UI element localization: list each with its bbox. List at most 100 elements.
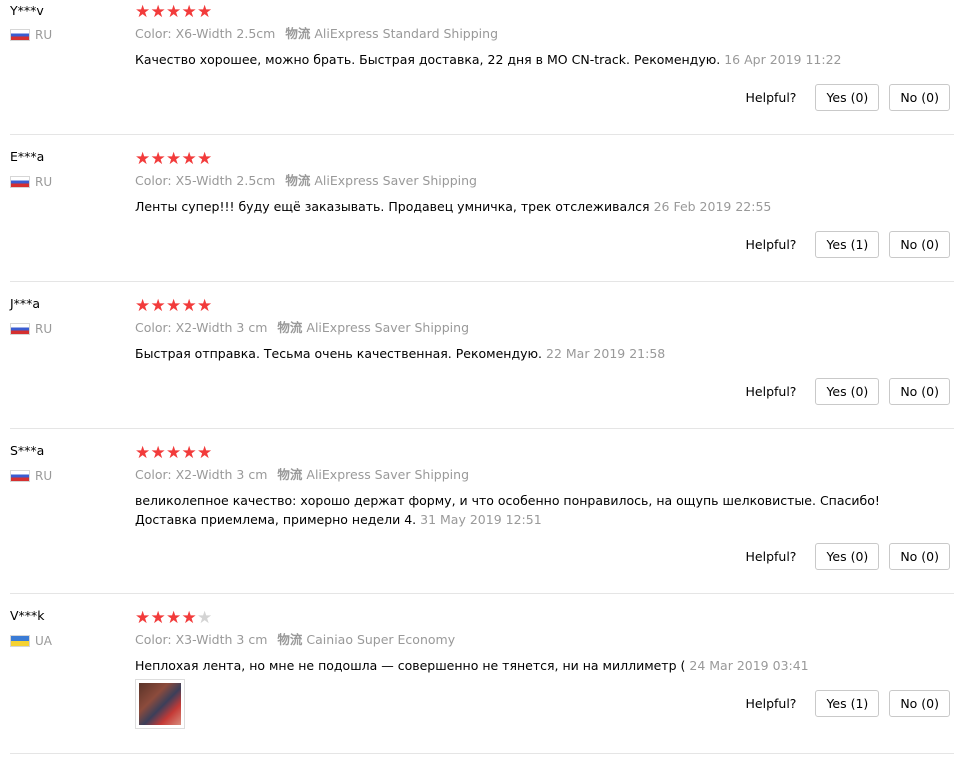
country-code: RU bbox=[35, 28, 53, 42]
shipping-method: AliExpress Saver Shipping bbox=[306, 320, 470, 335]
feedback-date: 16 Apr 2019 11:22 bbox=[724, 52, 842, 67]
star-icon: ★ bbox=[181, 2, 197, 22]
feedback-body: Качество хорошее, можно брать. Быстрая д… bbox=[135, 52, 721, 67]
order-info: Color: X2-Width 3 cm 物流 AliExpress Saver S… bbox=[135, 319, 469, 337]
helpful-votes: Helpful? Yes (0) No (0) bbox=[746, 84, 950, 111]
reviewer-name: J***a bbox=[10, 296, 41, 311]
logistics-label: 物流 bbox=[277, 320, 303, 335]
star-rating: ★ ★ ★ ★ ★ bbox=[135, 3, 213, 21]
reviewer-info: J***a bbox=[10, 296, 130, 312]
star-icon: ★ bbox=[197, 296, 213, 316]
star-icon: ★ bbox=[181, 149, 197, 169]
reviewer-country: RU bbox=[10, 28, 52, 42]
russia-flag-icon bbox=[10, 176, 30, 188]
star-icon: ★ bbox=[166, 608, 182, 628]
star-icon: ★ bbox=[135, 608, 151, 628]
helpful-yes-button[interactable]: Yes (0) bbox=[815, 84, 880, 111]
helpful-label: Helpful? bbox=[745, 90, 797, 105]
review-item: Y***v RU ★ ★ ★ ★ ★ Color: X6-Width 2.5cm 物流 Al… bbox=[10, 0, 954, 135]
star-rating: ★ ★ ★ ★ ★ bbox=[135, 150, 213, 168]
star-icon: ★ bbox=[166, 149, 182, 169]
reviewer-info: S***a bbox=[10, 443, 130, 459]
star-icon: ★ bbox=[135, 149, 151, 169]
reviewer-info: V***k bbox=[10, 608, 130, 624]
star-icon: ★ bbox=[197, 443, 213, 463]
order-info: Color: X2-Width 3 cm 物流 AliExpress Saver S… bbox=[135, 466, 469, 484]
star-icon: ★ bbox=[150, 608, 166, 628]
star-icon: ★ bbox=[135, 443, 151, 463]
shipping-method: AliExpress Saver Shipping bbox=[314, 173, 477, 188]
country-code: RU bbox=[35, 469, 53, 483]
shipping-method: AliExpress Standard Shipping bbox=[314, 26, 499, 41]
feedback-date: 24 Mar 2019 03:41 bbox=[689, 658, 809, 673]
russia-flag-icon bbox=[10, 29, 30, 41]
helpful-votes: Helpful? Yes (0) No (0) bbox=[746, 378, 950, 405]
helpful-no-button[interactable]: No (0) bbox=[889, 84, 950, 111]
product-color: Color: X6-Width 2.5cm bbox=[135, 26, 276, 41]
reviewer-country: RU bbox=[10, 175, 52, 189]
review-item: E***a RU ★ ★ ★ ★ ★ Color: X5-Width 2.5cm 物流 Al… bbox=[10, 135, 954, 282]
feedback-body: Неплохая лента, но мне не подошла — сове… bbox=[135, 658, 686, 673]
helpful-votes: Helpful? Yes (1) No (0) bbox=[746, 690, 950, 717]
star-icon: ★ bbox=[135, 2, 151, 22]
review-item: S***a RU ★ ★ ★ ★ ★ Color: X2-Width 3 cm 物流 Ali… bbox=[10, 429, 954, 594]
feedback-text: великолепное качество: хорошо держат фор… bbox=[135, 491, 915, 529]
order-info: Color: X6-Width 2.5cm 物流 AliExpress Standa… bbox=[135, 25, 498, 43]
star-icon: ★ bbox=[181, 608, 197, 628]
helpful-yes-button[interactable]: Yes (1) bbox=[815, 231, 880, 258]
reviewer-country: RU bbox=[10, 322, 52, 336]
feedback-text: Быстрая отправка. Тесьма очень качествен… bbox=[135, 344, 895, 363]
star-icon: ★ bbox=[166, 2, 182, 22]
feedback-body: Быстрая отправка. Тесьма очень качествен… bbox=[135, 346, 542, 361]
feedback-text: Качество хорошее, можно брать. Быстрая д… bbox=[135, 50, 895, 69]
reviewer-name: Y***v bbox=[10, 3, 44, 18]
star-icon: ★ bbox=[150, 296, 166, 316]
feedback-body: великолепное качество: хорошо держат фор… bbox=[135, 493, 880, 508]
star-icon: ★ bbox=[166, 296, 182, 316]
feedback-text: Неплохая лента, но мне не подошла — сове… bbox=[135, 656, 895, 675]
feedback-date: 26 Feb 2019 22:55 bbox=[653, 199, 772, 214]
reviewer-name: E***a bbox=[10, 149, 45, 164]
star-icon: ★ bbox=[181, 443, 197, 463]
star-icon: ★ bbox=[150, 2, 166, 22]
reviewer-name: S***a bbox=[10, 443, 45, 458]
shipping-method: AliExpress Saver Shipping bbox=[306, 467, 470, 482]
star-icon: ★ bbox=[197, 149, 213, 169]
helpful-no-button[interactable]: No (0) bbox=[889, 378, 950, 405]
reviewer-country: RU bbox=[10, 469, 52, 483]
feedback-date: 22 Mar 2019 21:58 bbox=[546, 346, 666, 361]
helpful-votes: Helpful? Yes (0) No (0) bbox=[746, 543, 950, 570]
reviewer-name: V***k bbox=[10, 608, 45, 623]
product-color: Color: X2-Width 3 cm bbox=[135, 320, 268, 335]
product-color: Color: X5-Width 2.5cm bbox=[135, 173, 276, 188]
helpful-no-button[interactable]: No (0) bbox=[889, 543, 950, 570]
helpful-yes-button[interactable]: Yes (0) bbox=[815, 543, 880, 570]
country-code: RU bbox=[35, 175, 53, 189]
star-icon: ★ bbox=[197, 2, 213, 22]
reviewer-country: UA bbox=[10, 634, 52, 648]
logistics-label: 物流 bbox=[277, 467, 303, 482]
helpful-label: Helpful? bbox=[745, 384, 797, 399]
helpful-votes: Helpful? Yes (1) No (0) bbox=[746, 231, 950, 258]
star-rating: ★ ★ ★ ★ ★ bbox=[135, 609, 213, 627]
feedback-date: 31 May 2019 12:51 bbox=[420, 512, 542, 527]
logistics-label: 物流 bbox=[285, 26, 311, 41]
ukraine-flag-icon bbox=[10, 635, 30, 647]
helpful-no-button[interactable]: No (0) bbox=[889, 231, 950, 258]
helpful-yes-button[interactable]: Yes (1) bbox=[815, 690, 880, 717]
russia-flag-icon bbox=[10, 470, 30, 482]
shipping-method: Cainiao Super Economy bbox=[306, 632, 456, 647]
review-item: J***a RU ★ ★ ★ ★ ★ Color: X2-Width 3 cm 物流 Ali… bbox=[10, 282, 954, 429]
reviewer-info: Y***v bbox=[10, 3, 130, 19]
review-photo-thumbnail[interactable] bbox=[135, 679, 185, 729]
product-color: Color: X2-Width 3 cm bbox=[135, 467, 268, 482]
star-rating: ★ ★ ★ ★ ★ bbox=[135, 444, 213, 462]
logistics-label: 物流 bbox=[285, 173, 311, 188]
russia-flag-icon bbox=[10, 323, 30, 335]
helpful-no-button[interactable]: No (0) bbox=[889, 690, 950, 717]
star-icon: ★ bbox=[135, 296, 151, 316]
helpful-label: Helpful? bbox=[745, 237, 797, 252]
helpful-label: Helpful? bbox=[745, 696, 797, 711]
feedback-body: Ленты супер!!! буду ещё заказывать. Прод… bbox=[135, 199, 650, 214]
helpful-yes-button[interactable]: Yes (0) bbox=[815, 378, 880, 405]
